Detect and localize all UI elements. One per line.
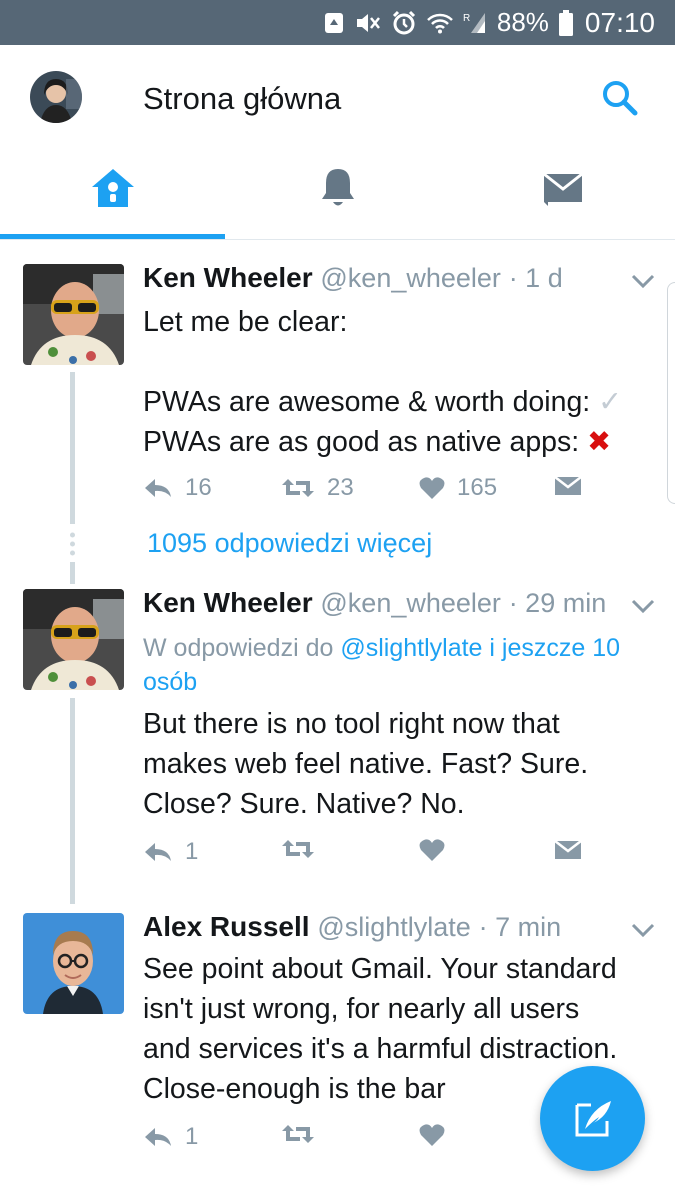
alarm-icon — [391, 10, 417, 36]
chevron-down-icon[interactable] — [630, 272, 656, 290]
tweet-text-line: PWAs are awesome & worth doing: ✓ — [143, 386, 623, 418]
like-count: 165 — [457, 474, 498, 501]
tweet-text-line: and services it's a harmful distraction. — [143, 1033, 618, 1065]
tweet-text-line: makes web feel native. Fast? Sure. — [143, 748, 589, 780]
author-handle[interactable]: @slightlylate — [317, 912, 470, 942]
more-replies-link[interactable]: 1095 odpowiedzi więcej — [147, 528, 432, 559]
status-bar: R 88% 07:10 — [0, 0, 675, 45]
timestamp[interactable]: · 29 min — [509, 588, 607, 618]
direct-message-button[interactable] — [554, 838, 582, 862]
reply-context: W odpowiedzi do @slightlylate i jeszcze … — [143, 631, 653, 699]
retweet-button[interactable] — [281, 838, 315, 860]
tab-home[interactable] — [0, 150, 225, 239]
chevron-down-icon[interactable] — [630, 921, 656, 939]
tweet-header: Ken Wheeler @ken_wheeler · 1 d — [143, 262, 563, 294]
heart-icon — [419, 839, 445, 861]
tweet-header: Ken Wheeler @ken_wheeler · 29 min — [143, 587, 606, 619]
tab-bar — [0, 150, 675, 240]
heart-icon — [419, 1124, 445, 1146]
search-button[interactable] — [600, 78, 640, 118]
like-button[interactable] — [419, 838, 445, 862]
compose-quill-icon — [575, 1100, 611, 1136]
thread-line — [70, 698, 75, 904]
author-handle[interactable]: @ken_wheeler — [320, 263, 501, 293]
clock: 07:10 — [584, 6, 655, 38]
cross-mark-icon: ✖ — [587, 426, 611, 458]
author-handle[interactable]: @ken_wheeler — [320, 588, 501, 618]
tweet-text-line: Close? Sure. Native? No. — [143, 788, 465, 820]
signal-icon: R — [463, 11, 487, 35]
tweet-actions: 1 — [143, 1123, 603, 1157]
retweet-icon — [282, 479, 314, 497]
tweet-text-line: See point about Gmail. Your standard — [143, 953, 617, 985]
retweet-button[interactable]: 23 — [281, 474, 354, 502]
reply-button[interactable]: 1 — [143, 1123, 198, 1151]
chevron-down-icon[interactable] — [630, 597, 656, 615]
app-bar: Strona główna — [0, 45, 675, 150]
battery-icon — [558, 9, 573, 36]
svg-text:R: R — [463, 13, 470, 24]
compose-tweet-button[interactable] — [540, 1066, 645, 1171]
scroll-indicator[interactable] — [667, 282, 675, 504]
thread-line — [70, 372, 75, 524]
tweet-header: Alex Russell @slightlylate · 7 min — [143, 911, 561, 943]
retweet-icon — [282, 1125, 314, 1143]
tweet-text-line: But there is no tool right now that — [143, 708, 560, 740]
author-name[interactable]: Ken Wheeler — [143, 587, 313, 618]
avatar[interactable] — [23, 589, 124, 690]
envelope-icon — [542, 172, 583, 206]
reply-icon — [145, 1128, 171, 1146]
avatar[interactable] — [23, 264, 124, 365]
reply-count: 1 — [185, 838, 199, 865]
reply-prefix: W odpowiedzi do — [143, 634, 334, 662]
tab-messages[interactable] — [450, 150, 675, 239]
check-mark-icon: ✓ — [598, 386, 623, 418]
retweet-count: 23 — [327, 474, 354, 501]
thread-line — [70, 562, 75, 584]
battery-percentage: 88% — [496, 7, 549, 37]
search-icon — [603, 81, 638, 116]
retweet-button[interactable] — [281, 1123, 315, 1145]
retweet-icon — [282, 840, 314, 858]
tweet-actions: 1 — [143, 838, 603, 872]
author-name[interactable]: Alex Russell — [143, 911, 310, 942]
tweet-text: Let me be clear: PWAs are awesome & wort… — [143, 302, 653, 462]
mute-icon — [355, 11, 381, 35]
thread-gap-dots — [69, 532, 76, 556]
heart-icon — [419, 477, 445, 499]
page-title: Strona główna — [143, 81, 342, 116]
wifi-icon — [426, 12, 453, 34]
tweet-text: But there is no tool right now that make… — [143, 704, 653, 824]
timestamp[interactable]: · 7 min — [479, 912, 562, 942]
timestamp[interactable]: · 1 d — [509, 263, 563, 293]
avatar[interactable] — [30, 71, 82, 123]
author-name[interactable]: Ken Wheeler — [143, 262, 313, 293]
reply-button[interactable]: 16 — [143, 474, 212, 502]
reply-count: 1 — [185, 1123, 199, 1150]
tweet-text-line: PWAs are as good as native apps: ✖ — [143, 426, 611, 458]
home-icon — [91, 168, 134, 207]
tweet-text-line: isn't just wrong, for nearly all users — [143, 993, 580, 1025]
direct-message-button[interactable] — [554, 474, 582, 498]
tweet-actions: 16 23 165 — [143, 474, 603, 508]
envelope-icon — [554, 840, 582, 859]
bell-icon — [321, 168, 354, 205]
reply-icon — [145, 843, 171, 861]
reply-icon — [145, 479, 171, 497]
tweet-text-line: Let me be clear: — [143, 306, 348, 338]
recycle-notification-icon — [323, 11, 345, 35]
like-button[interactable] — [419, 1123, 445, 1147]
tab-notifications[interactable] — [225, 150, 450, 239]
reply-button[interactable]: 1 — [143, 838, 198, 866]
reply-count: 16 — [185, 474, 212, 501]
like-button[interactable]: 165 — [419, 474, 497, 502]
envelope-icon — [554, 476, 582, 495]
avatar[interactable] — [23, 913, 124, 1014]
